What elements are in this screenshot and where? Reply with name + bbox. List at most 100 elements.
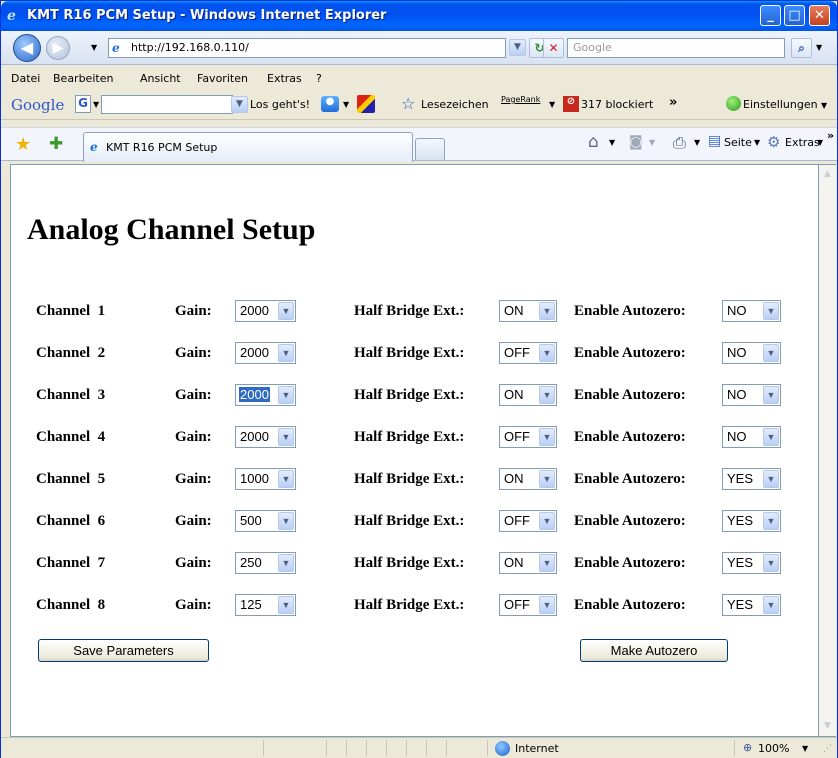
more-chevron-icon[interactable]: »	[669, 95, 677, 110]
close-button[interactable]: ✕	[809, 5, 830, 26]
autozero-select[interactable]: NO ▼	[722, 342, 781, 364]
history-dropdown-icon[interactable]: ▼	[91, 43, 97, 52]
gain-select[interactable]: 1000 ▼	[235, 468, 296, 490]
stop-button[interactable]: ✕	[543, 38, 564, 58]
feeds-icon[interactable]: ◙	[629, 134, 643, 150]
half-bridge-select[interactable]: OFF ▼	[499, 342, 557, 364]
settings-button[interactable]: Einstellungen	[743, 98, 818, 111]
gain-label: Gain:	[175, 555, 212, 571]
status-divider	[426, 740, 427, 756]
address-url: http://192.168.0.110/	[131, 41, 249, 54]
favorites-star-icon[interactable]: ★	[15, 134, 31, 155]
autozero-select[interactable]: YES ▼	[722, 468, 781, 490]
half-bridge-select[interactable]: OFF ▼	[499, 594, 557, 616]
menu-help[interactable]: ?	[316, 72, 322, 85]
half-bridge-select[interactable]: ON ▼	[499, 552, 557, 574]
gain-select[interactable]: 250 ▼	[235, 552, 296, 574]
chevron-down-icon: ▼	[539, 344, 555, 362]
print-dropdown-icon[interactable]: ▼	[694, 138, 700, 147]
zoom-level[interactable]: 100%	[758, 742, 789, 755]
page-dropdown-icon[interactable]: ▼	[754, 138, 760, 147]
search-button[interactable]: ⌕	[791, 38, 812, 58]
forward-button[interactable]: ▶	[46, 36, 70, 60]
ie-logo-icon: e	[7, 8, 16, 24]
settings-dropdown-icon[interactable]: ▼	[821, 101, 827, 110]
google-g-icon[interactable]: G	[75, 95, 91, 113]
vertical-scrollbar[interactable]: ▲ ▼	[819, 164, 836, 737]
menu-favoriten[interactable]: Favoriten	[197, 72, 248, 85]
autozero-value: YES	[727, 513, 754, 528]
command-more-chevron-icon[interactable]: »	[827, 129, 834, 142]
make-autozero-button[interactable]: Make Autozero	[580, 639, 728, 662]
menu-bearbeiten[interactable]: Bearbeiten	[53, 72, 113, 85]
chevron-down-icon: ▼	[539, 428, 555, 446]
toolbar-button-dropdown-icon[interactable]: ▼	[343, 100, 349, 109]
menu-datei[interactable]: Datei	[11, 72, 40, 85]
menu-extras[interactable]: Extras	[267, 72, 302, 85]
tools-dropdown-icon[interactable]: ▼	[817, 138, 823, 147]
autozero-select[interactable]: NO ▼	[722, 300, 781, 322]
status-bar: Internet ⊕ 100% ▼ ⋰	[1, 737, 837, 758]
pagerank-button[interactable]: PageRank	[501, 95, 540, 104]
gain-select[interactable]: 2000 ▼	[235, 426, 296, 448]
autozero-select[interactable]: YES ▼	[722, 510, 781, 532]
autozero-select[interactable]: NO ▼	[722, 426, 781, 448]
half-bridge-value: OFF	[504, 345, 530, 360]
page-menu-button[interactable]: Seite	[724, 136, 752, 149]
search-options-icon[interactable]: ▼	[816, 43, 822, 52]
autozero-label: Enable Autozero:	[574, 555, 686, 571]
maximize-button[interactable]: □	[784, 5, 805, 26]
tools-menu-button[interactable]: Extras	[785, 136, 820, 149]
scroll-up-icon[interactable]: ▲	[820, 167, 835, 182]
half-bridge-select[interactable]: OFF ▼	[499, 426, 557, 448]
home-dropdown-icon[interactable]: ▼	[609, 138, 615, 147]
feeds-dropdown-icon[interactable]: ▼	[649, 138, 655, 147]
flag-icon[interactable]	[357, 95, 375, 113]
gain-select[interactable]: 2000 ▼	[235, 384, 296, 406]
search-input[interactable]: Google	[567, 38, 785, 58]
menu-ansicht[interactable]: Ansicht	[140, 72, 181, 85]
half-bridge-value: ON	[504, 387, 524, 402]
tab-active[interactable]: e KMT R16 PCM Setup	[83, 132, 413, 162]
gain-select[interactable]: 500 ▼	[235, 510, 296, 532]
google-menu-dropdown-icon[interactable]: ▼	[93, 100, 99, 109]
title-bar[interactable]: e KMT R16 PCM Setup - Windows Internet E…	[1, 1, 837, 31]
autozero-select[interactable]: NO ▼	[722, 384, 781, 406]
scroll-down-icon[interactable]: ▼	[820, 719, 835, 734]
pagerank-dropdown-icon[interactable]: ▼	[549, 100, 555, 109]
address-dropdown-button[interactable]: ▼	[509, 39, 526, 56]
minimize-button[interactable]: _	[760, 5, 781, 26]
autozero-label: Enable Autozero:	[574, 513, 686, 529]
back-button[interactable]: ◀	[13, 34, 41, 62]
gain-select[interactable]: 125 ▼	[235, 594, 296, 616]
home-icon[interactable]: ⌂	[588, 132, 599, 152]
google-search-input[interactable]	[101, 95, 233, 114]
add-favorite-icon[interactable]: ✚	[49, 134, 63, 154]
address-field[interactable]: e http://192.168.0.110/	[108, 38, 506, 58]
toolbar-button-icon[interactable]: ●	[321, 96, 339, 112]
gain-select[interactable]: 2000 ▼	[235, 300, 296, 322]
save-parameters-button[interactable]: Save Parameters	[38, 639, 209, 662]
autozero-label: Enable Autozero:	[574, 303, 686, 319]
autozero-value: NO	[727, 429, 747, 444]
channel-label: Channel 2	[36, 345, 106, 361]
gain-label: Gain:	[175, 597, 212, 613]
channel-label: Channel 7	[36, 555, 106, 571]
google-go-button[interactable]: Los geht's!	[250, 98, 310, 111]
google-search-dropdown[interactable]: ▼	[231, 96, 248, 113]
bookmarks-button[interactable]: Lesezeichen	[421, 98, 489, 111]
half-bridge-select[interactable]: ON ▼	[499, 468, 557, 490]
half-bridge-select[interactable]: ON ▼	[499, 300, 557, 322]
resize-grip-icon[interactable]: ⋰	[823, 744, 832, 754]
chevron-down-icon: ▼	[763, 344, 779, 362]
popup-blocked-count[interactable]: 317 blockiert	[581, 98, 653, 111]
autozero-select[interactable]: YES ▼	[722, 552, 781, 574]
new-tab-button[interactable]	[415, 138, 445, 160]
zoom-dropdown-icon[interactable]: ▼	[802, 744, 808, 753]
autozero-select[interactable]: YES ▼	[722, 594, 781, 616]
gain-select[interactable]: 2000 ▼	[235, 342, 296, 364]
half-bridge-select[interactable]: OFF ▼	[499, 510, 557, 532]
half-bridge-label: Half Bridge Ext.:	[354, 513, 465, 529]
print-icon[interactable]: ⎙	[673, 133, 686, 153]
half-bridge-select[interactable]: ON ▼	[499, 384, 557, 406]
